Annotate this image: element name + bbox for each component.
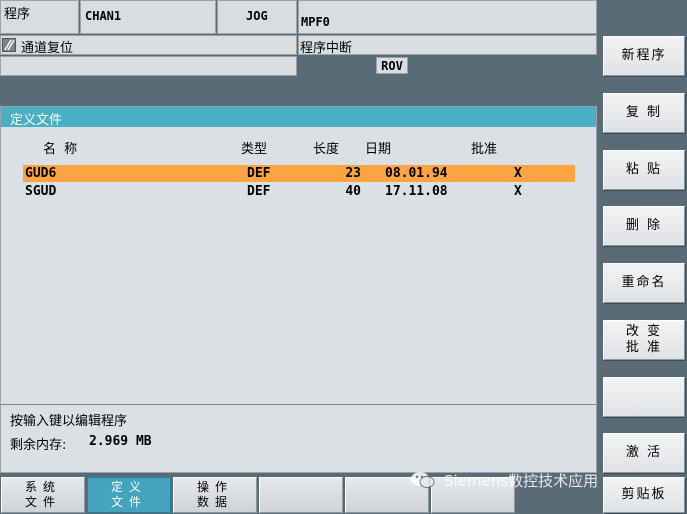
system-files-tab[interactable]: 系统 文件 <box>1 477 85 513</box>
area-label: 程序 <box>4 7 31 22</box>
paste-label: 粘 贴 <box>625 162 663 177</box>
table-row[interactable]: GUD6 DEF 23 08.01.94 X <box>23 165 575 182</box>
file-name: GUD6 <box>25 166 57 181</box>
copy-button[interactable]: 复 制 <box>603 93 685 133</box>
channel-name: CHAN1 <box>85 9 122 23</box>
column-type: 类型 <box>241 142 268 157</box>
paste-button[interactable]: 粘 贴 <box>603 150 685 190</box>
delete-button[interactable]: 删 除 <box>603 206 685 246</box>
area-label-cell: 程序 <box>0 0 79 34</box>
new-program-button[interactable]: 新程序 <box>603 36 685 76</box>
operating-mode: JOG <box>246 9 268 23</box>
file-table-header: 名 称 类型 长度 日期 批准 <box>1 138 596 157</box>
definition-files-panel: 定义文件 名 称 类型 长度 日期 批准 GUD6 DEF 23 08.01.9… <box>0 106 597 473</box>
memory-label: 剩余内存: <box>10 438 67 453</box>
definition-files-label: 定义 文件 <box>110 480 147 509</box>
program-name: MPF0 <box>301 15 330 29</box>
activate-label: 激 活 <box>625 445 663 460</box>
activate-button[interactable]: 激 活 <box>603 433 685 473</box>
channel-cell: CHAN1 <box>80 0 216 34</box>
file-length: 40 <box>345 184 361 199</box>
file-type: DEF <box>247 166 271 181</box>
change-approval-button[interactable]: 改 变 批 准 <box>603 320 685 360</box>
column-name: 名 称 <box>43 142 80 157</box>
hint-text: 按输入键以编辑程序 <box>10 414 128 429</box>
mode-cell: JOG <box>217 0 297 34</box>
file-approval: X <box>514 184 522 199</box>
change-approval-label: 改 变 批 准 <box>625 324 663 355</box>
file-name: SGUD <box>25 184 57 199</box>
column-length: 长度 <box>313 142 340 157</box>
empty-softkey-bottom-4[interactable] <box>259 477 343 513</box>
watermark-text: Siemens数控技术应用 <box>444 471 599 490</box>
panel-title: 定义文件 <box>10 113 63 128</box>
clipboard-label: 剪贴板 <box>621 487 667 502</box>
system-files-label: 系统 文件 <box>24 480 61 509</box>
channel-status-text: 通道复位 <box>21 41 74 56</box>
file-approval: X <box>514 166 522 181</box>
wechat-icon <box>410 470 436 490</box>
watermark: Siemens数控技术应用 <box>410 470 598 490</box>
channel-reset-icon <box>2 38 16 52</box>
rename-button[interactable]: 重命名 <box>603 263 685 303</box>
file-length: 23 <box>345 166 361 181</box>
program-status-text: 程序中断 <box>300 41 353 56</box>
memory-value: 2.969 MB <box>89 434 152 449</box>
empty-softkey-right[interactable] <box>603 377 685 417</box>
table-row[interactable]: SGUD DEF 40 17.11.08 X <box>23 183 575 200</box>
status-line-cell <box>0 56 297 76</box>
panel-title-bar: 定义文件 <box>1 107 596 128</box>
delete-label: 删 除 <box>625 218 663 233</box>
definition-files-tab[interactable]: 定义 文件 <box>87 477 171 513</box>
rov-badge-text: ROV <box>381 59 403 73</box>
rov-badge: ROV <box>376 57 408 74</box>
clipboard-button[interactable]: 剪贴板 <box>603 477 685 513</box>
column-approval: 批准 <box>471 142 498 157</box>
program-cell: MPF0 <box>298 0 597 34</box>
file-date: 08.01.94 <box>385 166 448 181</box>
rename-label: 重命名 <box>621 275 667 290</box>
panel-divider <box>1 404 596 405</box>
program-status-cell: 程序中断 <box>298 35 597 56</box>
column-date: 日期 <box>365 142 392 157</box>
new-program-label: 新程序 <box>621 48 667 63</box>
file-type: DEF <box>247 184 271 199</box>
copy-label: 复 制 <box>625 105 663 120</box>
operating-data-label: 操作 数据 <box>196 480 233 509</box>
channel-status-cell: 通道复位 <box>0 35 297 56</box>
file-date: 17.11.08 <box>385 184 448 199</box>
operating-data-tab[interactable]: 操作 数据 <box>173 477 257 513</box>
